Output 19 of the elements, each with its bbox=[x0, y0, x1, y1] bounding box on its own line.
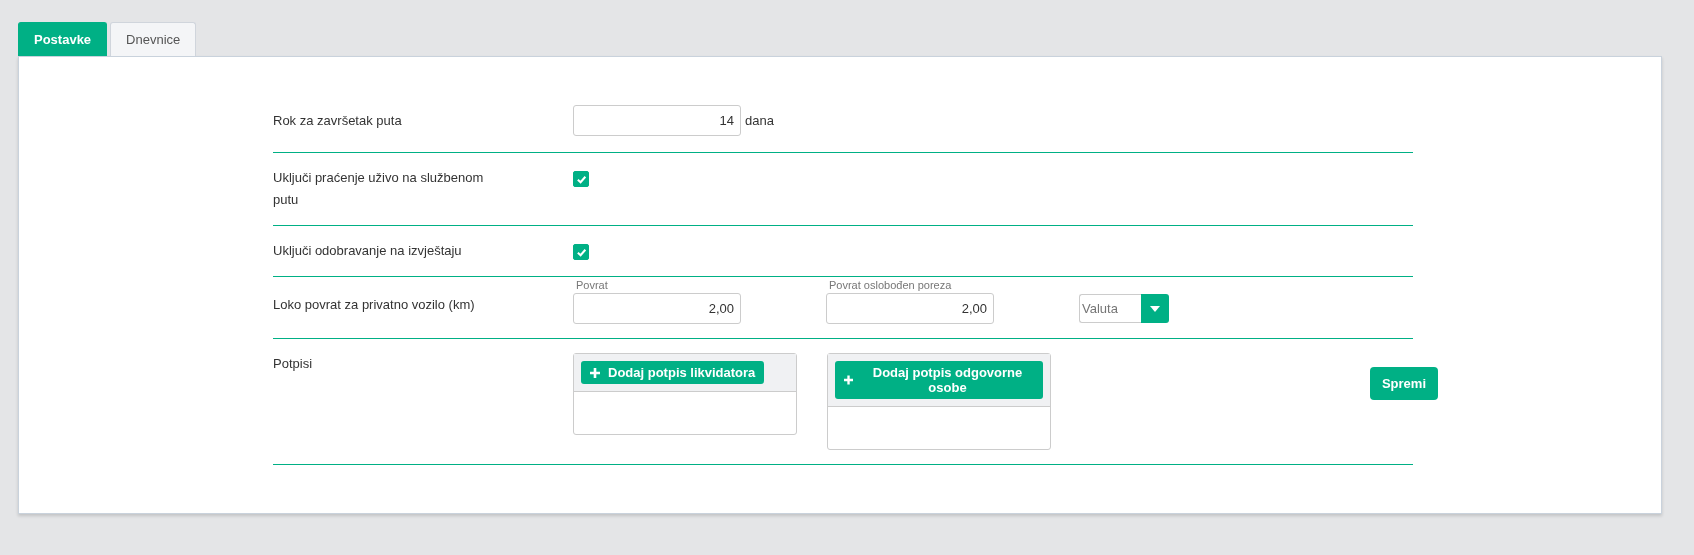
field-caption: Povrat bbox=[575, 278, 609, 293]
unit-label: dana bbox=[745, 112, 774, 130]
plus-icon bbox=[590, 367, 600, 378]
amount-field[interactable]: 2,00 bbox=[573, 293, 741, 324]
setting-label: Uključi praćenje uživo na službenom putu bbox=[273, 169, 485, 209]
setting-label: Uključi odobravanje na izvještaju bbox=[273, 242, 463, 260]
tab[interactable]: Dnevnice bbox=[110, 22, 197, 56]
number-field[interactable]: 14 bbox=[573, 105, 741, 136]
field-caption: Povrat oslobođen poreza bbox=[828, 278, 953, 293]
setting-label: Potpisi bbox=[273, 355, 314, 373]
checkbox[interactable] bbox=[573, 171, 589, 187]
check-icon bbox=[575, 173, 587, 185]
checkbox[interactable] bbox=[573, 244, 589, 260]
setting-label: Loko povrat za privatno vozilo (km) bbox=[273, 296, 476, 314]
check-icon bbox=[575, 246, 587, 258]
caret-icon bbox=[1150, 305, 1160, 312]
plus-icon bbox=[844, 375, 854, 385]
amount-field[interactable]: 2,00 bbox=[826, 293, 994, 324]
setting-label: Rok za završetak puta bbox=[273, 112, 403, 130]
